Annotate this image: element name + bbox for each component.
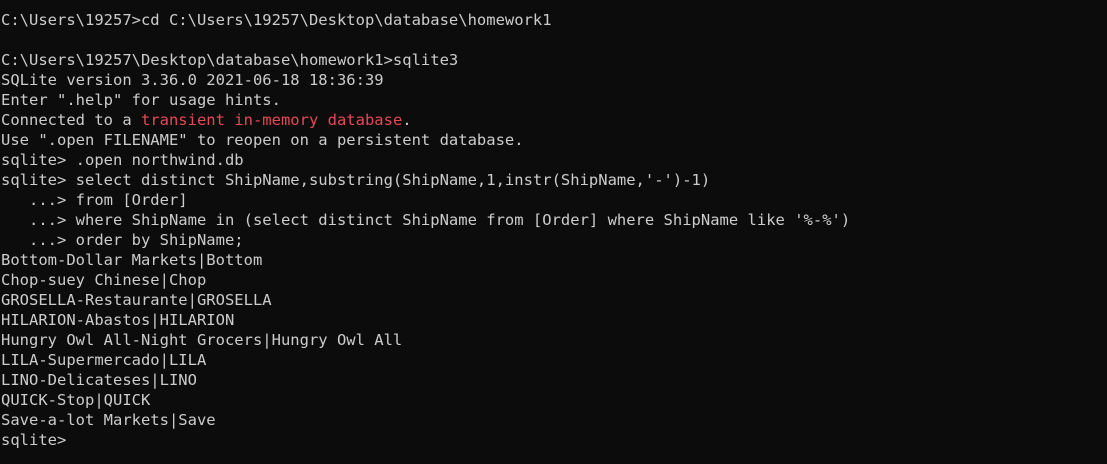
transient-db-highlight: transient in-memory database (140, 111, 403, 129)
result-row: GROSELLA-Restaurante|GROSELLA (1, 291, 272, 309)
command-line-sqlite3: C:\Users\19257\Desktop\database\homework… (1, 51, 459, 69)
open-hint-line: Use ".open FILENAME" to reopen on a pers… (1, 131, 524, 149)
sqlite-open-command: sqlite> .open northwind.db (1, 151, 244, 169)
result-row: LILA-Supermercado|LILA (1, 351, 207, 369)
connected-line: Connected to a transient in-memory datab… (0, 110, 1107, 130)
sqlite-continuation-from: ...> from [Order] (1, 191, 188, 209)
result-row: Bottom-Dollar Markets|Bottom (1, 251, 263, 269)
connected-prefix: Connected to a (1, 111, 141, 129)
command-line-cd: C:\Users\19257>cd C:\Users\19257\Desktop… (1, 11, 552, 29)
result-row: HILARION-Abastos|HILARION (1, 311, 235, 329)
result-row: LINO-Delicateses|LINO (1, 371, 197, 389)
result-row: Chop-suey Chinese|Chop (1, 271, 207, 289)
sqlite-continuation-order: ...> order by ShipName; (1, 231, 244, 249)
usage-hint-line: Enter ".help" for usage hints. (1, 91, 281, 109)
connected-suffix: . (402, 111, 412, 129)
terminal-window[interactable]: C:\Users\19257>cd C:\Users\19257\Desktop… (0, 0, 1107, 464)
sqlite-prompt[interactable]: sqlite> (0, 430, 1107, 450)
result-row: QUICK-Stop|QUICK (1, 391, 151, 409)
result-row: Hungry Owl All-Night Grocers|Hungry Owl … (1, 331, 403, 349)
sqlite-continuation-where: ...> where ShipName in (select distinct … (1, 211, 851, 229)
sqlite-version-line: SQLite version 3.36.0 2021-06-18 18:36:3… (1, 71, 384, 89)
result-row: Save-a-lot Markets|Save (1, 411, 216, 429)
sqlite-select-command: sqlite> select distinct ShipName,substri… (1, 171, 711, 189)
